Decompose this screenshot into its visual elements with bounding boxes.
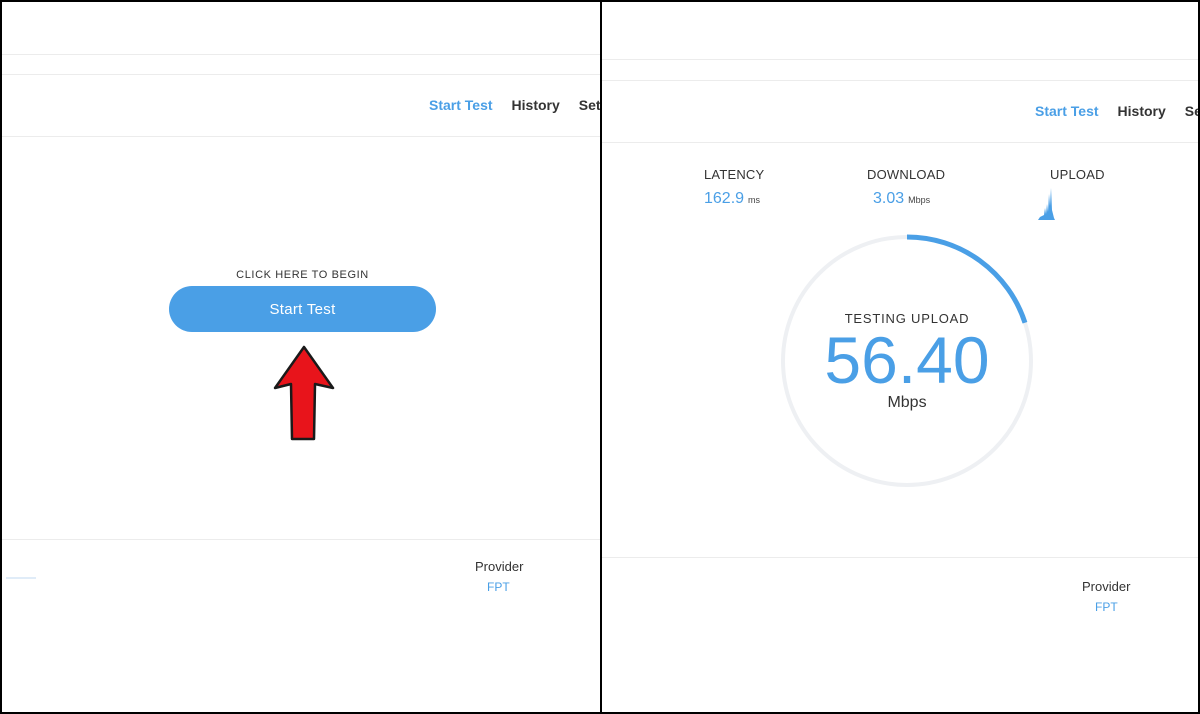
provider-value: FPT: [1095, 600, 1118, 614]
nav-history[interactable]: History: [512, 97, 560, 113]
footer-divider: [602, 557, 1198, 558]
provider-value: FPT: [487, 580, 510, 594]
nav-settings[interactable]: Sett: [579, 97, 600, 113]
begin-caption: CLICK HERE TO BEGIN: [236, 269, 369, 281]
header-divider: [602, 59, 1198, 60]
footer-divider: [2, 539, 600, 540]
header-divider: [2, 74, 600, 75]
red-up-arrow-icon: [273, 345, 335, 441]
provider-label: Provider: [1082, 579, 1131, 594]
upload-label: UPLOAD: [1050, 167, 1105, 182]
start-test-button[interactable]: Start Test: [169, 286, 436, 332]
gauge-value: 56.40: [824, 323, 990, 397]
nav-divider: [2, 136, 600, 137]
nav-start-test[interactable]: Start Test: [1035, 103, 1099, 119]
provider-label: Provider: [475, 559, 524, 574]
download-value: 3.03 Mbps: [873, 190, 931, 207]
nav-history[interactable]: History: [1118, 103, 1166, 119]
nav-start-test[interactable]: Start Test: [429, 97, 493, 113]
gauge-unit: Mbps: [887, 394, 927, 411]
nav-divider: [602, 142, 1198, 143]
download-label: DOWNLOAD: [867, 167, 946, 182]
latency-value: 162.9 ms: [704, 190, 761, 207]
upload-spark-icon: [1038, 188, 1055, 220]
header-divider: [2, 54, 600, 55]
nav-settings[interactable]: Se: [1185, 103, 1198, 119]
latency-label: LATENCY: [704, 167, 765, 182]
right-panel-testing-screen: Start Test History Se LATENCY 162.9ms DO…: [600, 0, 1200, 714]
nav-bar: Start Test History Se: [1035, 103, 1198, 119]
nav-bar: Start Test History Sett: [429, 97, 600, 113]
header-divider: [602, 80, 1198, 81]
server-info-faint: [6, 577, 36, 579]
left-panel-start-screen: Start Test History Sett CLICK HERE TO BE…: [0, 0, 600, 714]
